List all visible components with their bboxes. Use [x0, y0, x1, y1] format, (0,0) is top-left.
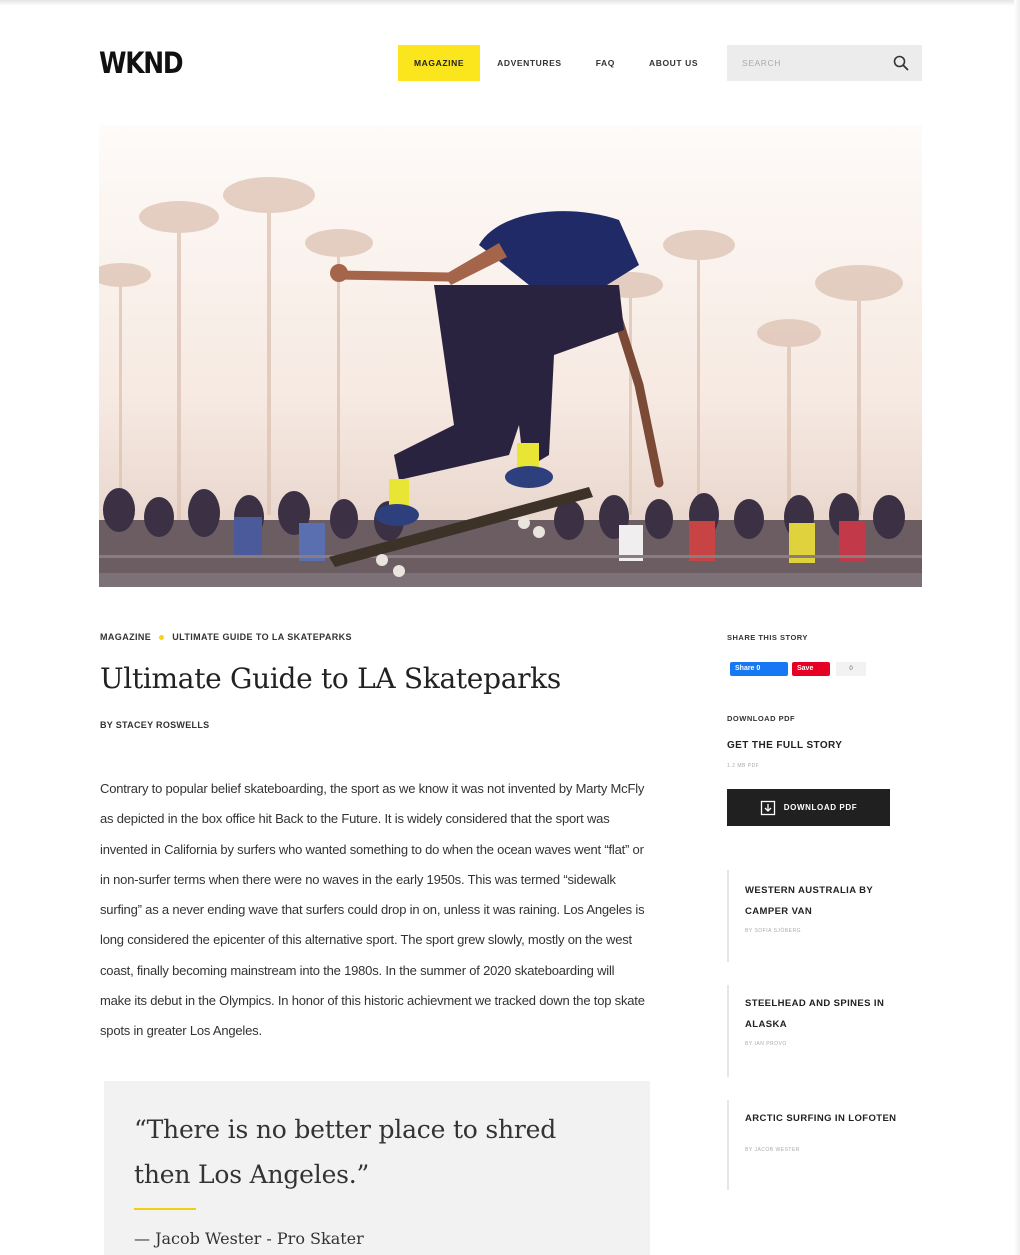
related-article[interactable]: ARCTIC SURFING IN LOFOTEN BY JACOB WESTE…: [727, 1100, 917, 1190]
site-logo[interactable]: WKND: [99, 46, 184, 80]
download-section-label: DOWNLOAD PDF: [727, 714, 796, 723]
search-box: [727, 45, 922, 81]
nav-item-about-us[interactable]: ABOUT US: [632, 45, 715, 81]
facebook-share-button[interactable]: Share 0: [730, 662, 788, 676]
share-buttons: Share 0 Save 0: [730, 662, 866, 676]
article-byline: BY STACEY ROSWELLS: [100, 720, 210, 730]
share-count-badge: 0: [836, 662, 866, 676]
scrollbar-track[interactable]: [1014, 0, 1020, 1255]
nav-item-magazine[interactable]: MAGAZINE: [398, 45, 481, 81]
nav-item-faq[interactable]: FAQ: [579, 45, 632, 81]
nav-item-adventures[interactable]: ADVENTURES: [480, 45, 579, 81]
breadcrumb-item-current: ULTIMATE GUIDE TO LA SKATEPARKS: [172, 632, 352, 642]
quote-divider: [134, 1208, 196, 1210]
browser-top-edge: [0, 0, 1020, 6]
breadcrumb-item-magazine[interactable]: MAGAZINE: [100, 632, 151, 642]
breadcrumb: MAGAZINE ULTIMATE GUIDE TO LA SKATEPARKS: [100, 632, 352, 642]
hero-image: [99, 125, 922, 587]
related-article-title[interactable]: WESTERN AUSTRALIA BY CAMPER VAN: [745, 880, 917, 922]
search-icon[interactable]: [893, 55, 909, 71]
quote-author: — Jacob Wester - Pro Skater: [134, 1229, 364, 1248]
file-meta: 1.2 MB PDF: [727, 763, 760, 769]
download-title: GET THE FULL STORY: [727, 740, 843, 751]
pull-quote: “There is no better place to shred then …: [104, 1081, 650, 1255]
related-article-author: BY JACOB WESTER: [745, 1147, 800, 1153]
download-button-label: DOWNLOAD PDF: [783, 803, 858, 812]
search-input[interactable]: [727, 45, 877, 81]
share-label: SHARE THIS STORY: [727, 633, 808, 642]
pinterest-save-button[interactable]: Save: [792, 662, 830, 676]
breadcrumb-separator-dot: [159, 634, 165, 640]
article-body: Contrary to popular belief skateboarding…: [100, 781, 645, 1039]
related-article-author: BY IAN PROVO: [745, 1041, 787, 1047]
related-article-title[interactable]: STEELHEAD AND SPINES IN ALASKA: [745, 993, 917, 1035]
article-title: Ultimate Guide to LA Skateparks: [100, 662, 561, 695]
related-article-author: BY SOFIA SJÖBERG: [745, 928, 801, 934]
related-article[interactable]: WESTERN AUSTRALIA BY CAMPER VAN BY SOFIA…: [727, 870, 917, 962]
download-pdf-button[interactable]: DOWNLOAD PDF: [727, 789, 890, 826]
related-article[interactable]: STEELHEAD AND SPINES IN ALASKA BY IAN PR…: [727, 985, 917, 1077]
main-nav: MAGAZINE ADVENTURES FAQ ABOUT US: [398, 45, 715, 81]
related-article-title[interactable]: ARCTIC SURFING IN LOFOTEN: [745, 1108, 917, 1129]
download-icon: [760, 800, 775, 815]
quote-text: “There is no better place to shred then …: [134, 1115, 557, 1189]
